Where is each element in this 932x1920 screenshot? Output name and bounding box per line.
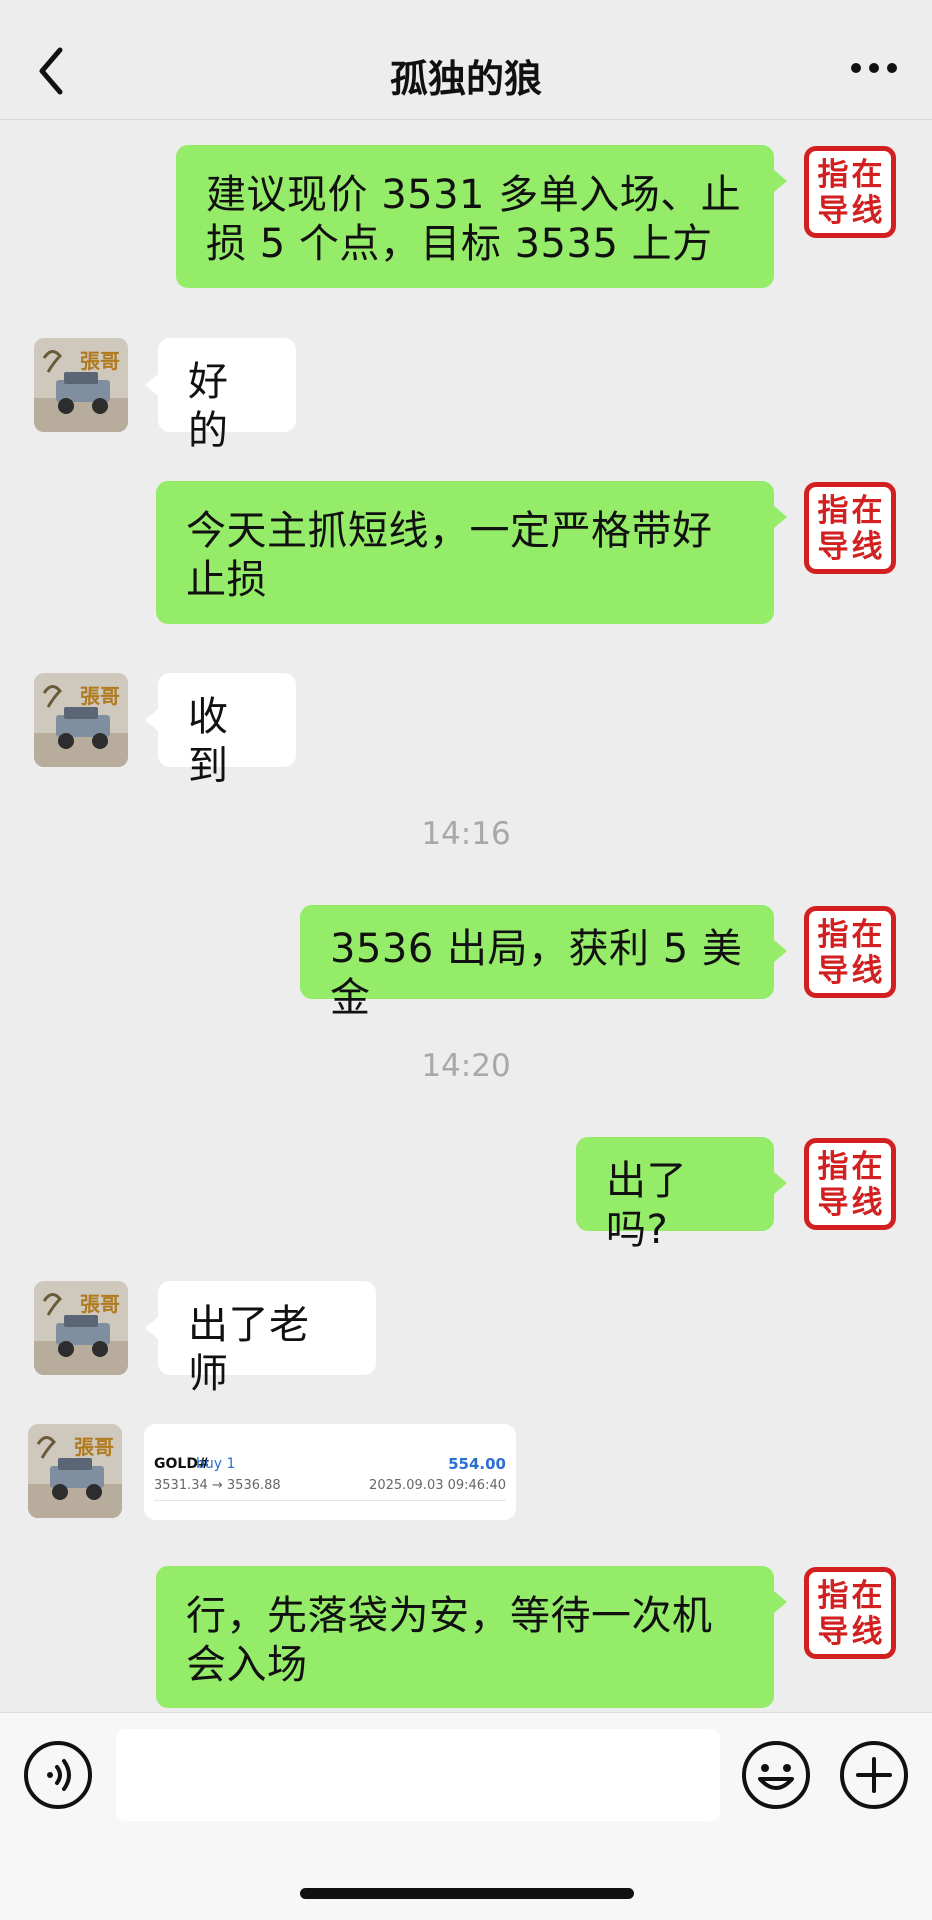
stamp-char: 在: [851, 1149, 883, 1185]
bubble-tail: [145, 1317, 158, 1339]
jeep-avatar-image: 張哥: [34, 1281, 128, 1375]
stamp-char: 导: [817, 1185, 849, 1221]
bubble-tail: [774, 170, 787, 192]
contact-avatar[interactable]: 張哥: [28, 1424, 122, 1518]
message-text: 3536 出局，获利 5 美金: [330, 926, 743, 1021]
message-text: 出了老师: [188, 1302, 310, 1397]
more-button[interactable]: [844, 46, 904, 90]
trade-screenshot-card[interactable]: GOLD# buy 1 554.00 3531.34 → 3536.88 202…: [144, 1424, 516, 1520]
message-bubble[interactable]: 出了老师: [158, 1281, 376, 1397]
timestamp: 14:16: [421, 816, 511, 852]
sender-avatar-stamp[interactable]: 指 在 导 线: [804, 1138, 896, 1230]
stamp-char: 指: [817, 493, 849, 529]
avatar-label: 張哥: [74, 1435, 114, 1459]
voice-button[interactable]: [22, 1739, 94, 1811]
plus-icon: [840, 1741, 908, 1809]
stamp-char: 在: [851, 157, 883, 193]
message-input[interactable]: [116, 1729, 720, 1821]
more-dots-icon: [851, 63, 897, 73]
chat-header: 孤独的狼: [0, 0, 932, 120]
trade-datetime: 2025.09.03 09:46:40: [369, 1478, 506, 1493]
message-text: 今天主抓短线，一定严格带好止损: [186, 508, 713, 603]
voice-icon: [24, 1741, 92, 1809]
message-text: 好的: [188, 359, 229, 454]
stamp-char: 在: [851, 917, 883, 953]
stamp-char: 指: [817, 1149, 849, 1185]
stamp-char: 导: [817, 953, 849, 989]
bubble-tail: [145, 374, 158, 396]
sender-avatar-stamp[interactable]: 指 在 导 线: [804, 482, 896, 574]
message-bubble[interactable]: 收到: [158, 673, 296, 789]
stamp-char: 指: [817, 917, 849, 953]
trade-side: buy 1: [196, 1456, 236, 1472]
stamp-char: 导: [817, 1614, 849, 1650]
contact-avatar[interactable]: 張哥: [34, 673, 128, 767]
avatar-label: 張哥: [80, 1292, 120, 1316]
more-actions-button[interactable]: [838, 1739, 910, 1811]
stamp-char: 指: [817, 1578, 849, 1614]
jeep-avatar-image: 張哥: [34, 673, 128, 767]
stamp-char: 线: [851, 1185, 883, 1221]
trade-prices: 3531.34 → 3536.88: [154, 1478, 281, 1493]
stamp-char: 线: [851, 953, 883, 989]
bubble-tail: [774, 940, 787, 962]
message-text: 行，先落袋为安，等待一次机会入场: [186, 1593, 713, 1688]
bubble-tail: [145, 709, 158, 731]
stamp-char: 指: [817, 157, 849, 193]
stamp-char: 在: [851, 493, 883, 529]
message-text: 建议现价 3531 多单入场、止损 5 个点，目标 3535 上方: [206, 172, 742, 267]
sender-avatar-stamp[interactable]: 指 在 导 线: [804, 1567, 896, 1659]
contact-avatar[interactable]: 張哥: [34, 338, 128, 432]
message-bubble[interactable]: 出了吗?: [576, 1137, 774, 1253]
avatar-label: 張哥: [80, 684, 120, 708]
sender-avatar-stamp[interactable]: 指 在 导 线: [804, 146, 896, 238]
chat-title: 孤独的狼: [389, 57, 542, 101]
jeep-avatar-image: 張哥: [28, 1424, 122, 1518]
emoji-button[interactable]: [740, 1739, 812, 1811]
stamp-char: 线: [851, 193, 883, 229]
stamp-char: 线: [851, 1614, 883, 1650]
divider: [154, 1500, 506, 1501]
contact-avatar[interactable]: 張哥: [34, 1281, 128, 1375]
bubble-tail: [774, 1591, 787, 1613]
stamp-char: 线: [851, 529, 883, 565]
message-text: 出了吗?: [606, 1158, 687, 1253]
stamp-char: 导: [817, 529, 849, 565]
trade-profit: 554.00: [448, 1455, 506, 1473]
home-indicator[interactable]: [300, 1888, 634, 1899]
message-bubble[interactable]: 今天主抓短线，一定严格带好止损: [156, 481, 774, 624]
message-bubble[interactable]: 行，先落袋为安，等待一次机会入场: [156, 1566, 774, 1708]
timestamp: 14:20: [421, 1048, 511, 1084]
message-bubble[interactable]: 3536 出局，获利 5 美金: [300, 905, 774, 1021]
sender-avatar-stamp[interactable]: 指 在 导 线: [804, 906, 896, 998]
message-text: 收到: [188, 694, 229, 789]
bubble-tail: [774, 506, 787, 528]
avatar-label: 張哥: [80, 349, 120, 373]
message-bubble[interactable]: 好的: [158, 338, 296, 454]
stamp-char: 导: [817, 193, 849, 229]
emoji-icon: [742, 1741, 810, 1809]
bubble-tail: [774, 1172, 787, 1194]
message-bubble[interactable]: 建议现价 3531 多单入场、止损 5 个点，目标 3535 上方: [176, 145, 774, 288]
jeep-avatar-image: 張哥: [34, 338, 128, 432]
stamp-char: 在: [851, 1578, 883, 1614]
